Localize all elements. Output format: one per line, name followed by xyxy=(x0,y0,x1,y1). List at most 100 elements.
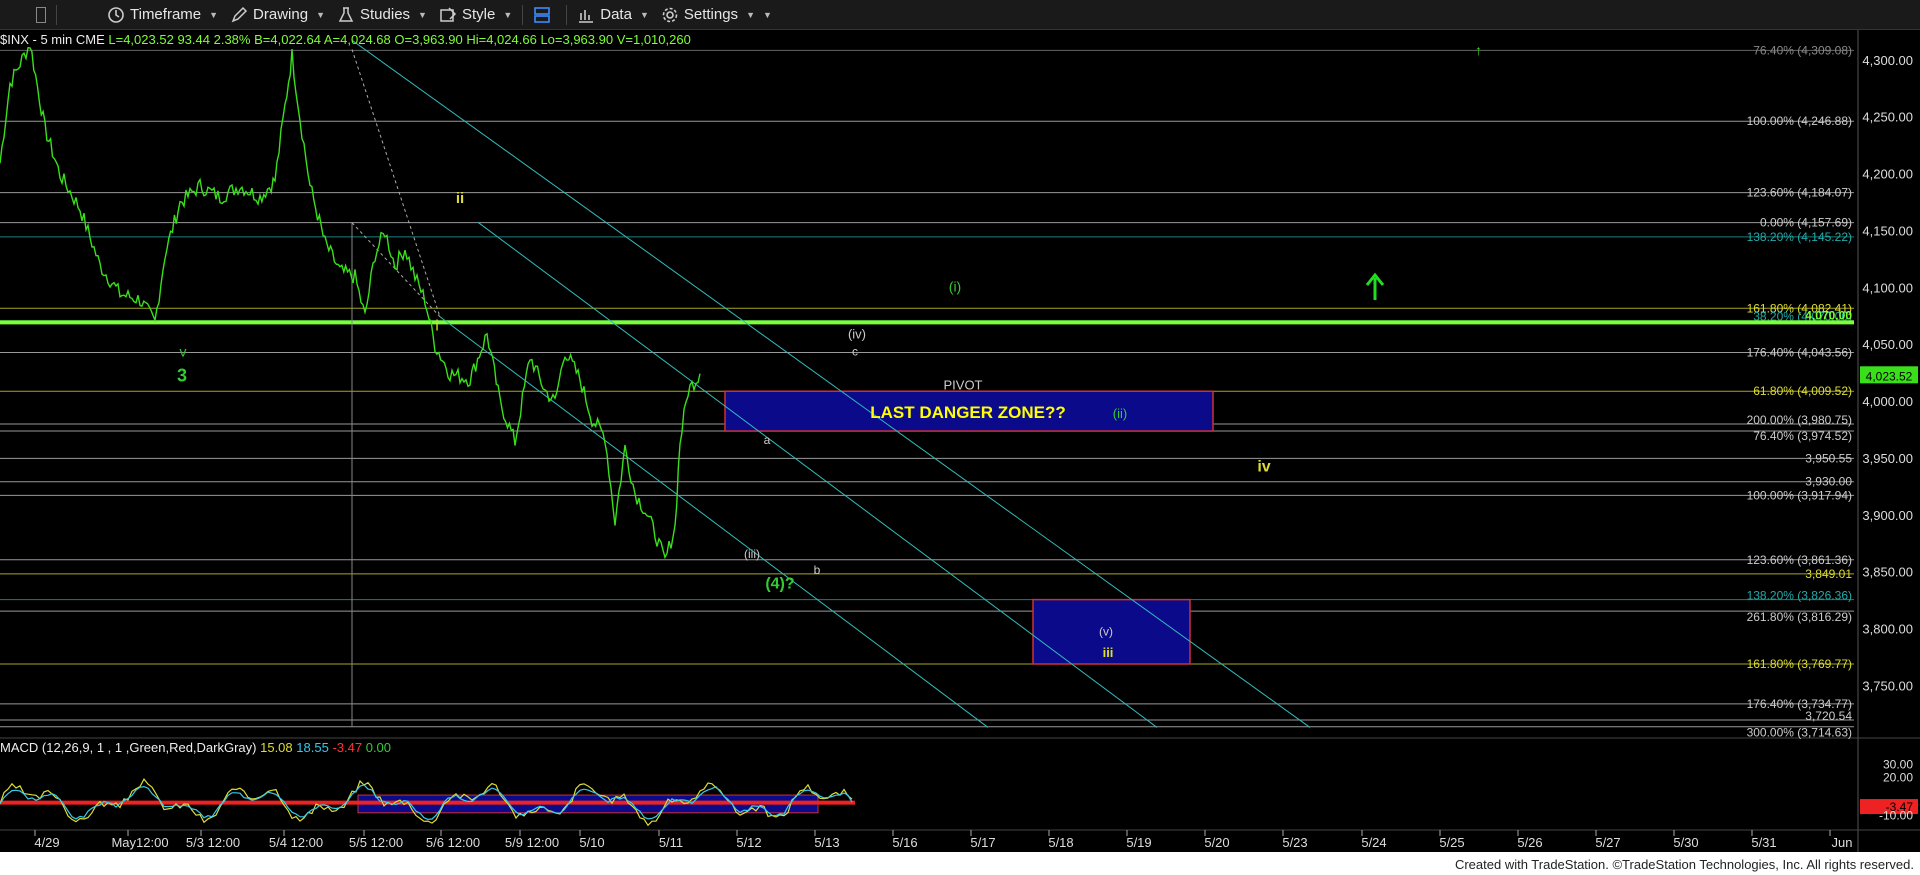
channel-mid-line xyxy=(477,221,1158,728)
time-tick-label: 5/3 12:00 xyxy=(186,835,240,850)
fib-level-label: 61.80% (4,009.52) xyxy=(1753,384,1852,398)
pencil-icon xyxy=(231,6,248,22)
flask-icon xyxy=(338,6,354,22)
wave-label: i xyxy=(435,317,438,334)
chevron-down-icon: ▼ xyxy=(639,9,649,20)
zones xyxy=(724,390,1214,665)
time-tick-label: 5/18 xyxy=(1048,835,1073,850)
wave-label: ii xyxy=(456,190,464,207)
studies-label: Studies xyxy=(360,6,411,23)
data-menu[interactable]: Data ▼ xyxy=(571,0,655,29)
timeframe-menu[interactable]: Timeframe ▼ xyxy=(101,0,224,29)
macd-zero-value: 0.00 xyxy=(365,740,392,755)
settings-label: Settings xyxy=(683,6,739,23)
price-tick-label: 4,100.00 xyxy=(1862,280,1913,295)
price-series: ↑ xyxy=(0,42,1482,560)
settings-menu[interactable]: Settings ▼ ▼ xyxy=(655,0,778,29)
macd-panel: 30.0020.00-3.47-10.00 xyxy=(0,758,1918,827)
dotted-guide-line xyxy=(351,49,441,317)
fib-level-label: 3,720.54 xyxy=(1805,709,1852,723)
time-tick-label: 5/31 xyxy=(1751,835,1776,850)
fib-level-label: 300.00% (3,714.63) xyxy=(1747,726,1852,740)
fib-level-label: 100.00% (4,246.88) xyxy=(1747,114,1852,128)
fib-level-label: 123.60% (3,861.36) xyxy=(1747,553,1852,567)
low-price: Lo=3,963.90 xyxy=(540,32,614,47)
time-tick-label: 5/10 xyxy=(579,835,604,850)
time-tick-label: Jun xyxy=(1832,835,1853,850)
time-tick-label: 5/13 xyxy=(814,835,839,850)
time-tick-label: 5/11 xyxy=(659,835,683,850)
chevron-down-icon: ▼ xyxy=(418,9,427,20)
style-menu[interactable]: Style ▼ xyxy=(433,0,518,29)
window-icon xyxy=(36,6,46,23)
wave-label: (iv) xyxy=(848,326,866,341)
time-tick-label: 5/9 12:00 xyxy=(505,835,559,850)
pct-change: 2.38% xyxy=(213,32,251,47)
time-tick-label: 5/25 xyxy=(1439,835,1464,850)
time-tick-label: 5/20 xyxy=(1204,835,1229,850)
price-marker: ↑ xyxy=(1475,42,1482,58)
time-tick-label: 5/4 12:00 xyxy=(269,835,323,850)
price-tick-label: 4,000.00 xyxy=(1862,394,1913,409)
macd-tick-label: -10.00 xyxy=(1879,808,1913,822)
macd-value: 15.08 xyxy=(260,740,293,755)
price-tick-label: 4,050.00 xyxy=(1862,337,1913,352)
fib-level-label: 76.40% (3,974.52) xyxy=(1753,429,1852,443)
wave-label: c xyxy=(852,344,858,358)
fib-level-label: 200.00% (3,980.75) xyxy=(1747,413,1852,427)
chevron-down-icon: ▼ xyxy=(762,9,772,20)
wave-label: iv xyxy=(1257,458,1270,475)
fib-level-label: 3,849.01 xyxy=(1805,567,1852,581)
drawing-menu[interactable]: Drawing ▼ xyxy=(224,0,331,29)
drawing-label: Drawing xyxy=(253,6,309,23)
macd-histogram-value: -3.47 xyxy=(332,740,363,755)
macd-tick-label: 20.00 xyxy=(1883,770,1913,784)
price-tick-label: 4,300.00 xyxy=(1862,53,1913,68)
fib-level-label: 138.20% (4,145.22) xyxy=(1747,230,1852,244)
wave-label: a xyxy=(764,433,771,447)
time-tick-label: 5/26 xyxy=(1517,835,1542,850)
symbol-label: $INX - 5 min CME xyxy=(0,32,105,47)
fib-level-label: 0.00% (4,157.69) xyxy=(1760,216,1852,230)
macd-info-line: MACD (12,26,9, 1 , 1 ,Green,Red,DarkGray… xyxy=(0,740,391,755)
window-menu-button[interactable] xyxy=(0,0,52,29)
fib-level-label: 138.20% (3,826.36) xyxy=(1747,589,1852,603)
price-line xyxy=(0,46,701,560)
price-tick-label: 3,850.00 xyxy=(1862,565,1913,580)
wave-label: iii xyxy=(1103,645,1114,660)
price-tick-label: 4,200.00 xyxy=(1862,167,1913,182)
timeframe-label: Timeframe xyxy=(130,6,202,23)
fib-level-label: 261.80% (3,816.29) xyxy=(1747,610,1852,624)
chevron-down-icon: ▼ xyxy=(746,9,755,20)
style-label: Style xyxy=(461,6,496,23)
wave-label: (v) xyxy=(1099,624,1113,638)
studies-menu[interactable]: Studies ▼ xyxy=(331,0,433,29)
chevron-down-icon: ▼ xyxy=(503,9,513,20)
fib-level-label: 3,930.00 xyxy=(1805,475,1852,489)
fib-level-label: 4,070.00 xyxy=(1805,308,1852,322)
wave-label: LAST DANGER ZONE?? xyxy=(870,403,1066,422)
gear-icon xyxy=(662,7,678,22)
wave-label: (ii) xyxy=(1113,406,1127,421)
price-tick-label: 3,900.00 xyxy=(1862,508,1913,523)
time-tick-label: 5/24 xyxy=(1361,835,1386,850)
price-tick-label: 3,950.00 xyxy=(1862,451,1913,466)
time-tick-label: 5/27 xyxy=(1595,835,1620,850)
toolbar: Timeframe ▼ Drawing ▼ Studies ▼ Style ▼ … xyxy=(0,0,1920,30)
wave-label: 3 xyxy=(177,366,187,386)
time-tick-label: 5/12 xyxy=(736,835,761,850)
time-tick-label: 5/23 xyxy=(1282,835,1307,850)
time-tick-label: May12:00 xyxy=(111,835,168,850)
ask-price: A=4,024.68 xyxy=(323,32,391,47)
time-tick-label: 4/29 xyxy=(34,835,59,850)
wave-label: (4)? xyxy=(765,576,794,593)
price-tick-label: 4,150.00 xyxy=(1862,223,1913,238)
fib-level-label: 3,950.55 xyxy=(1805,451,1852,465)
wave-label: PIVOT xyxy=(943,378,982,393)
wave-label: v xyxy=(180,344,187,360)
fib-level-label: 100.00% (3,917.94) xyxy=(1747,488,1852,502)
layout-button[interactable] xyxy=(527,0,562,29)
price-tick-label: 3,750.00 xyxy=(1862,678,1913,693)
high-price: Hi=4,024.66 xyxy=(466,32,537,47)
time-tick-label: 5/17 xyxy=(970,835,995,850)
